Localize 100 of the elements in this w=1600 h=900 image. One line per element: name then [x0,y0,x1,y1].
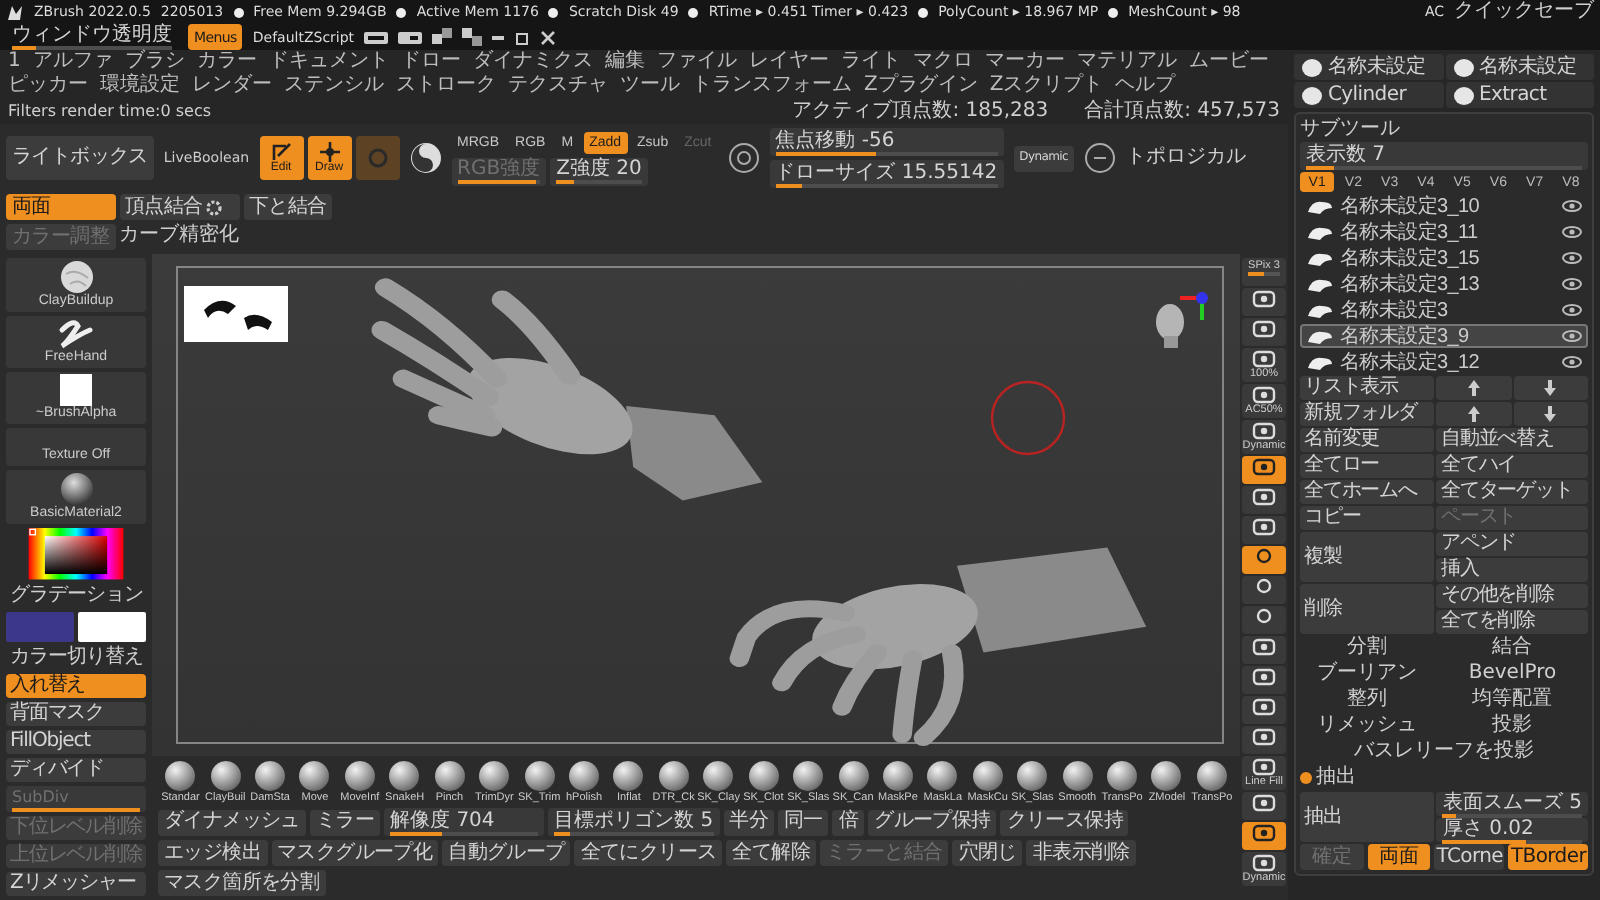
menu-item[interactable]: ライト [840,50,901,74]
menu-item[interactable]: ドロー [400,50,461,74]
menu-item[interactable]: ムービー [1188,50,1269,74]
dynamesh-button[interactable]: ダイナメッシュ [158,809,306,835]
tool-action[interactable]: 結合 [1436,636,1588,660]
remesh-button[interactable]: 半分 [723,809,774,835]
resolution-slider[interactable]: 解像度 704 [384,808,545,836]
view-tool-button[interactable] [1242,636,1286,664]
subtool-item[interactable]: 名称未設定3_15 [1300,246,1588,270]
option-button[interactable]: 下と結合 [243,194,333,220]
subtool-button[interactable]: アペンド [1436,532,1588,556]
view-tool-button[interactable] [1242,726,1286,754]
tool-action[interactable]: リメッシュ [1300,714,1435,738]
mirror-button[interactable]: ミラー [309,809,381,835]
subtool-button[interactable]: 複製 [1300,532,1435,582]
subtool-button[interactable]: 自動並べ替え [1436,428,1588,452]
subtool-button[interactable]: 新規フォルダ [1300,402,1435,426]
menu-item[interactable]: マクロ [912,50,973,74]
panel-button[interactable]: 背面マスク [6,701,146,726]
tool-action[interactable]: 整列 [1300,688,1435,712]
subtool-item[interactable]: 名称未設定3_9 [1300,324,1588,348]
subtool-button[interactable]: リスト表示 [1300,376,1435,400]
menu-item[interactable]: Zプラグイン [864,74,978,98]
brush-setting-slider[interactable]: ドローサイズ 15.55142 [769,160,1004,188]
subtool-button[interactable]: 全てホームへ [1300,480,1435,504]
tool-thumbnail[interactable]: Cylinder [1294,82,1443,108]
menu-item[interactable]: レイヤー [748,50,829,74]
subtool-button[interactable]: 全てターゲット [1436,480,1588,504]
tool-action[interactable]: ブーリアン [1300,662,1435,686]
intensity-slider[interactable]: Z強度 20 [550,157,648,185]
target-polygon-slider[interactable]: 目標ポリゴン数 5 [548,808,720,836]
tool-action[interactable]: 投影 [1436,714,1588,738]
menu-item[interactable]: 環境設定 [100,74,180,98]
subtool-button[interactable]: その他を削除 [1436,584,1588,608]
view-tool-button[interactable] [1242,456,1286,484]
tool-action[interactable]: 均等配置 [1436,688,1588,712]
brush-setting-slider[interactable]: 焦点移動 -56 [769,128,1004,156]
panel-button[interactable]: ディバイド [6,757,146,782]
arrow-button[interactable] [1513,376,1589,400]
view-tool-button[interactable] [1242,666,1286,694]
menu-item[interactable]: 編集 [604,50,645,74]
color-swatch[interactable] [6,611,74,642]
tool-action[interactable]: 分割 [1300,636,1435,660]
visible-count-slider[interactable]: 表示数 7 [1300,142,1588,170]
menu-item[interactable]: ストローク [396,74,496,98]
menu-item[interactable]: ダイナミクス [472,50,593,74]
subtool-item[interactable]: 名称未設定3_12 [1300,350,1588,374]
panel-button[interactable]: FillObject [6,729,146,754]
view-tool-button[interactable] [1242,546,1286,574]
tool-action[interactable]: BevelPro [1436,662,1588,686]
menu-item[interactable]: ファイル [656,50,737,74]
subtool-button[interactable]: 全てを削除 [1436,610,1588,634]
view-tool-button[interactable] [1242,606,1286,634]
menu-item[interactable]: テクスチャ [508,74,608,98]
extract-slider[interactable]: 厚さ 0.02 [1436,818,1588,842]
view-tool-button[interactable] [1242,696,1286,724]
arrow-button[interactable] [1436,402,1512,426]
tool-thumbnail[interactable]: 名称未設定 [1445,54,1594,80]
tool-thumbnail[interactable]: 名称未設定 [1294,54,1443,80]
extract-option[interactable]: TCorne [1434,844,1505,870]
arrow-button[interactable] [1436,376,1512,400]
subtool-item[interactable]: 名称未設定3 [1300,298,1588,322]
option-button[interactable]: 両面 [6,194,116,220]
view-tool-button[interactable] [1242,486,1286,514]
menu-item[interactable]: ツール [620,74,680,98]
option-button[interactable]: 頂点結合 [119,194,240,220]
subtool-button[interactable]: 名前変更 [1300,428,1435,452]
remesh-button[interactable]: 非表示削除 [1026,840,1136,866]
subtool-item[interactable]: 名称未設定3_11 [1300,220,1588,244]
remesh-button[interactable]: エッジ検出 [158,840,268,866]
menu-item[interactable]: ヘルプ [1115,74,1176,98]
remesh-button[interactable]: マスクグループ化 [271,840,439,866]
view-tool-button[interactable] [1242,792,1286,820]
topological-button[interactable]: トポロジカル [1126,146,1246,170]
remesh-button[interactable]: 全て解除 [726,840,817,866]
subtool-button[interactable]: 全てロー [1300,454,1435,478]
subtool-button[interactable]: コピー [1300,506,1435,530]
view-tool-button[interactable] [1242,822,1286,850]
quick-save-button[interactable]: クイックセーブ [1454,0,1594,24]
subtool-item[interactable]: 名称未設定3_13 [1300,272,1588,296]
menu-item[interactable]: レンダー [192,74,272,98]
subtool-item[interactable]: 名称未設定3_10 [1300,194,1588,218]
menu-item[interactable]: マーカー [984,50,1065,74]
menu-item[interactable]: ステンシル [284,74,384,98]
menu-item[interactable]: トランスフォーム [692,74,852,98]
subtool-button[interactable]: 全てハイ [1436,454,1588,478]
extract-option[interactable]: TBorder [1508,844,1589,870]
menu-item[interactable]: マテリアル [1076,50,1177,74]
view-tool-button[interactable] [1242,576,1286,604]
transparency-slider[interactable]: ウィンドウ透明度 [6,25,178,49]
view-tool-button[interactable] [1242,318,1286,346]
menu-item[interactable]: ドキュメント [268,50,389,74]
extract-slider[interactable]: 表面スムーズ 5 [1436,792,1588,816]
remesh-button[interactable]: 全てにクリース [574,840,723,866]
tool-thumbnail[interactable]: Extract [1445,82,1594,108]
color-swatch[interactable] [78,611,146,642]
menu-item[interactable]: Zスクリプト [989,74,1104,98]
subtool-button[interactable]: 削除 [1300,584,1435,634]
remesh-button[interactable]: マスク箇所を分割 [158,870,326,896]
subtool-button[interactable]: 挿入 [1436,558,1588,582]
